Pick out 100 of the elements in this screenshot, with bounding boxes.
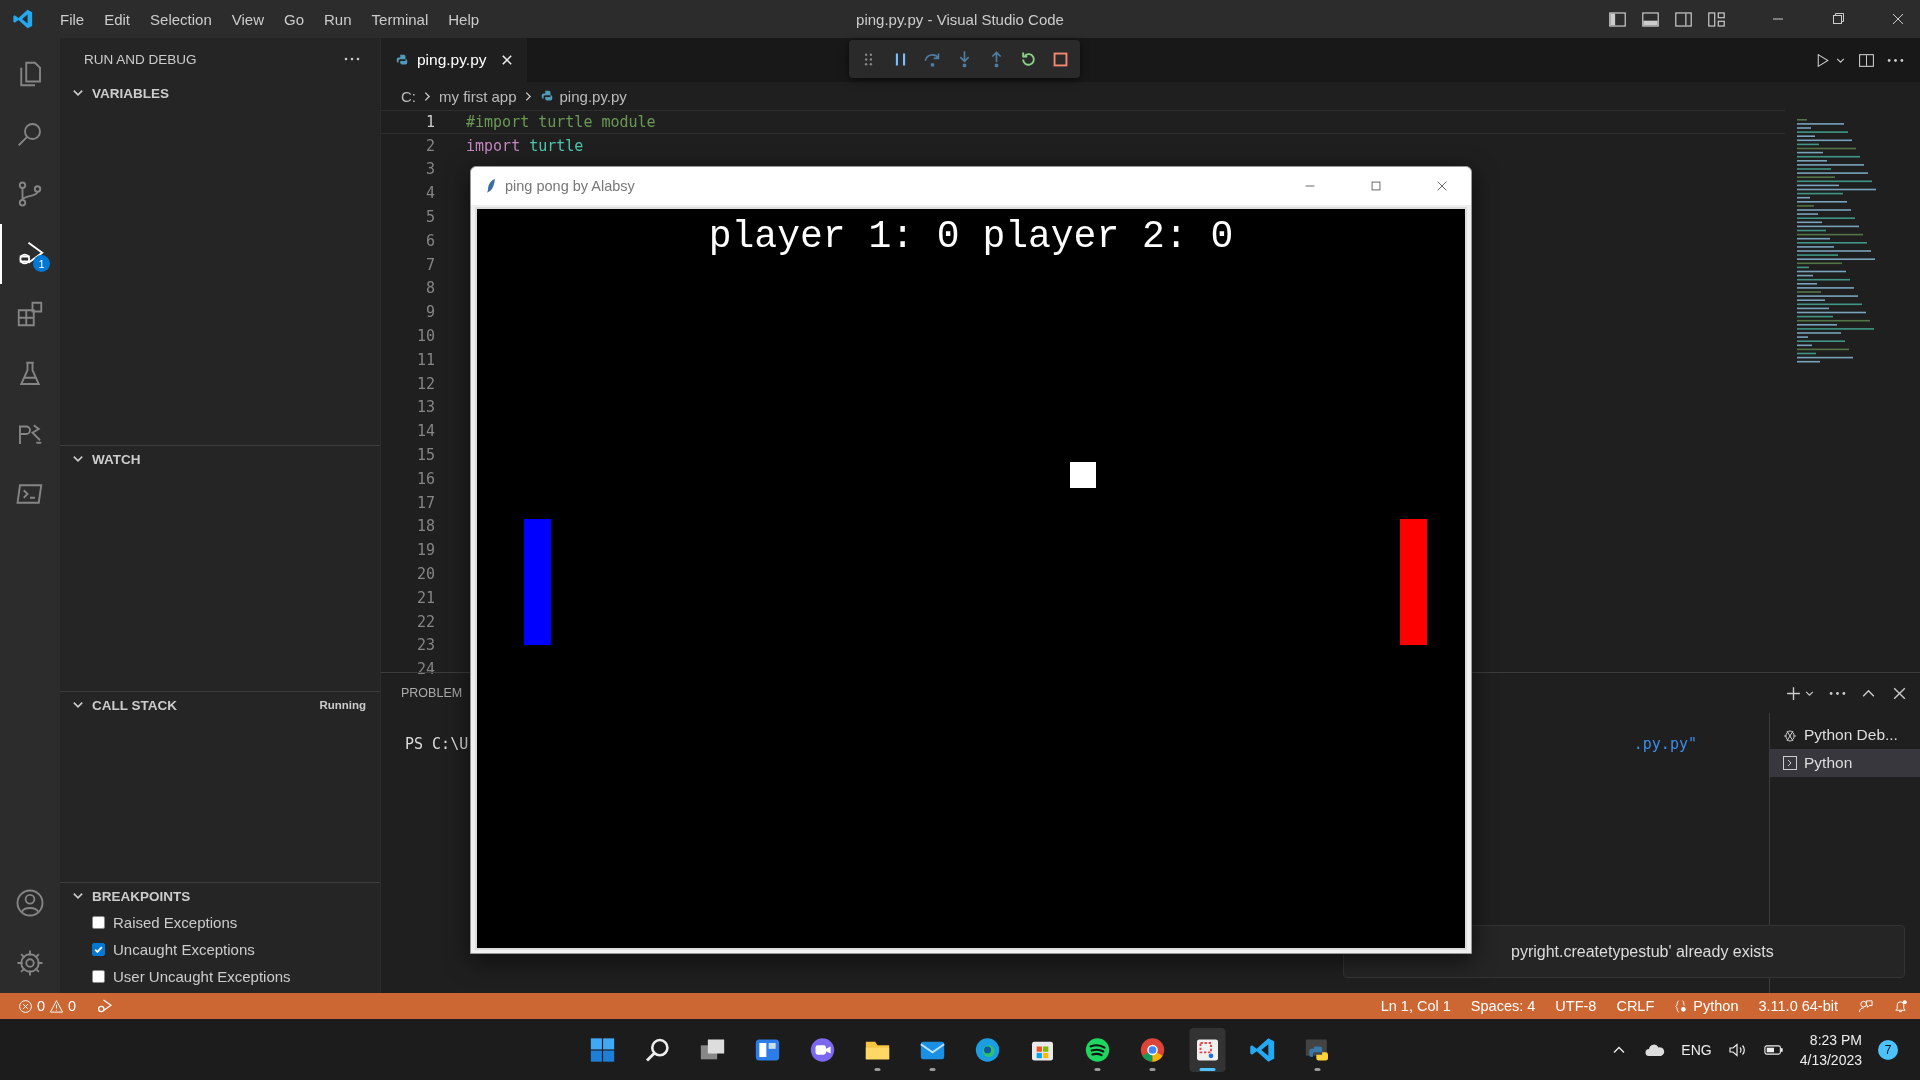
- line-number: 18: [415, 517, 435, 536]
- line-number: 6: [424, 231, 435, 250]
- sidebar-title: RUN AND DEBUG: [84, 51, 197, 67]
- score-text: player 1: 0 player 2: 0: [708, 215, 1234, 260]
- feedback-icon[interactable]: [1858, 998, 1873, 1014]
- breakpoint-label: Raised Exceptions: [113, 914, 238, 931]
- section-header[interactable]: WATCH: [60, 446, 380, 472]
- section-header[interactable]: VARIABLES: [60, 80, 380, 106]
- breakpoint-label: Uncaught Exceptions: [113, 941, 255, 958]
- panel-tab[interactable]: PROBLEM: [401, 686, 463, 700]
- status-label: Running: [319, 699, 366, 711]
- account-icon[interactable]: [15, 888, 45, 918]
- checkbox[interactable]: [92, 970, 105, 983]
- section-header[interactable]: CALL STACK Running: [60, 692, 380, 718]
- more-icon[interactable]: [344, 57, 360, 61]
- menu-item[interactable]: Go: [274, 10, 314, 28]
- line-number: 8: [424, 279, 435, 298]
- extensions-icon: [15, 299, 45, 329]
- close-icon[interactable]: [500, 54, 513, 66]
- close-icon[interactable]: [1890, 11, 1906, 27]
- section-header[interactable]: BREAKPOINTS: [60, 883, 380, 909]
- split-layout-icon[interactable]: [1674, 9, 1693, 29]
- line-number: 7: [424, 255, 435, 274]
- split-editor-icon[interactable]: [1858, 51, 1875, 69]
- clock-date[interactable]: 4/13/2023: [1799, 1049, 1862, 1070]
- error-icon: [18, 998, 33, 1014]
- bell-icon[interactable]: [1893, 998, 1908, 1014]
- line-number: 20: [415, 565, 435, 584]
- restore-icon[interactable]: [1830, 11, 1846, 27]
- chevron-icon: [422, 90, 433, 102]
- line-number: 5: [424, 208, 435, 227]
- menu-item[interactable]: Edit: [94, 10, 141, 28]
- checkbox[interactable]: [92, 943, 105, 956]
- menu-item[interactable]: View: [221, 10, 274, 28]
- menu-item[interactable]: Run: [314, 10, 362, 28]
- taskbar-app[interactable]: [1189, 1027, 1226, 1072]
- browser-icon: [973, 1035, 1002, 1064]
- line-number: 2: [424, 136, 435, 155]
- line-number: 12: [415, 374, 435, 393]
- breadcrumb[interactable]: my first app: [439, 87, 517, 105]
- line-number: 23: [415, 636, 435, 655]
- code-icon: [1248, 1035, 1277, 1064]
- status-item[interactable]: UTF-8: [1555, 998, 1597, 1014]
- terminal-session[interactable]: Python: [1770, 749, 1920, 777]
- status-item[interactable]: Python: [1674, 998, 1739, 1014]
- editor-tab[interactable]: ping.py.py: [381, 38, 527, 82]
- terminal-session[interactable]: Python Deb...: [1770, 721, 1920, 749]
- notification-badge[interactable]: 7: [1878, 1039, 1898, 1060]
- panel-layout-icon[interactable]: [1641, 9, 1660, 29]
- line-number: 4: [424, 184, 435, 203]
- line-number: 3: [424, 160, 435, 179]
- menu-item[interactable]: Selection: [140, 10, 222, 28]
- line-number: 10: [415, 327, 435, 346]
- python-file-icon: [395, 53, 409, 67]
- status-item[interactable]: Spaces: 4: [1470, 998, 1536, 1014]
- code-line: import turtle: [466, 136, 584, 155]
- status-item[interactable]: Ln 1, Col 1: [1380, 998, 1451, 1014]
- breakpoint-label: User Uncaught Exceptions: [113, 968, 291, 985]
- menu-item[interactable]: Terminal: [361, 10, 439, 28]
- start-icon: [588, 1035, 617, 1064]
- sidebar-layout-icon[interactable]: [1608, 9, 1627, 29]
- clock-time[interactable]: 8:23 PM: [1809, 1029, 1862, 1050]
- language-indicator[interactable]: ENG: [1681, 1041, 1712, 1058]
- settings-icon[interactable]: [15, 948, 45, 978]
- line-number: 11: [415, 350, 435, 369]
- app-logo-icon: [12, 8, 34, 30]
- layout-grid-icon[interactable]: [1707, 9, 1726, 29]
- warning-icon: [49, 998, 65, 1014]
- line-number: 15: [415, 446, 435, 465]
- menu-item[interactable]: Help: [438, 10, 490, 28]
- status-item[interactable]: 3.11.0 64-bit: [1758, 998, 1838, 1014]
- line-number: 14: [415, 422, 435, 441]
- line-number: 13: [415, 398, 435, 417]
- line-number: 1: [424, 112, 435, 131]
- restart-icon[interactable]: [1019, 49, 1038, 69]
- terminal-icon: [1782, 755, 1798, 771]
- add-icon[interactable]: [1785, 684, 1802, 702]
- window-title: ping pong by Alabsy: [505, 178, 635, 194]
- bug-icon: [1782, 727, 1798, 743]
- chat-icon: [808, 1035, 837, 1064]
- line-number: 16: [415, 469, 435, 488]
- line-number: 17: [415, 493, 435, 512]
- debug-icon[interactable]: [96, 997, 115, 1015]
- window-title: ping.py.py - Visual Studio Code: [856, 10, 1064, 28]
- checkbox[interactable]: [92, 916, 105, 929]
- menu-item[interactable]: File: [50, 10, 95, 28]
- count-badge: 1: [33, 255, 50, 272]
- volume-icon[interactable]: [1727, 1041, 1748, 1058]
- breadcrumb[interactable]: C:: [401, 87, 416, 105]
- chrome-icon: [1138, 1035, 1167, 1064]
- terminal-text: PS C:\U: [405, 735, 469, 755]
- breadcrumb[interactable]: ping.py.py: [559, 87, 627, 105]
- problems-status[interactable]: 0 0: [18, 998, 77, 1014]
- python-file-icon: [539, 89, 554, 103]
- feather-icon: [485, 178, 497, 194]
- code-line: #import turtle module: [466, 112, 656, 131]
- line-number: 21: [415, 588, 435, 607]
- status-item[interactable]: CRLF: [1616, 998, 1655, 1014]
- line-number: 9: [424, 303, 435, 322]
- line-number: 19: [415, 541, 435, 560]
